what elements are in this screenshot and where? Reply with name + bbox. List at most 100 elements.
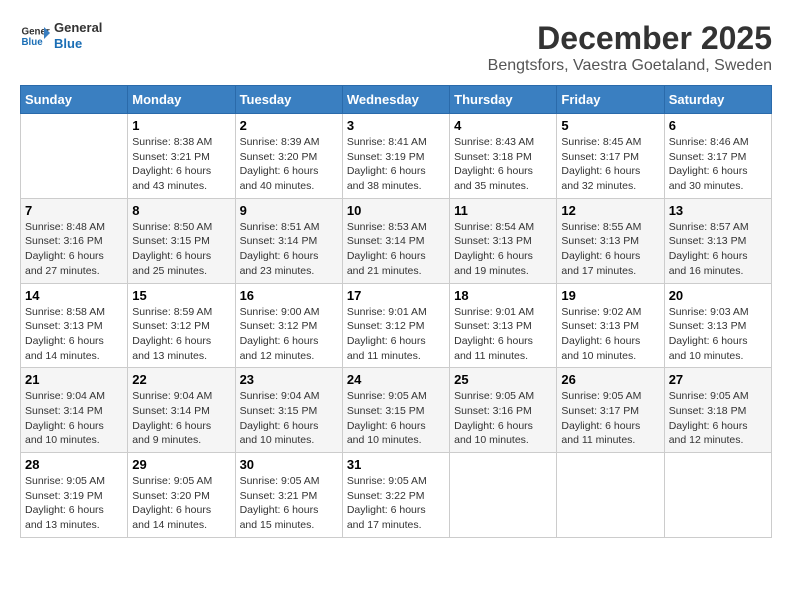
logo-line2: Blue bbox=[54, 36, 102, 52]
calendar-cell: 13 Sunrise: 8:57 AMSunset: 3:13 PMDayligh… bbox=[664, 198, 771, 283]
calendar-cell: 25Sunrise: 9:05 AMSunset: 3:16 PMDayligh… bbox=[450, 368, 557, 453]
day-number: 26 bbox=[561, 372, 659, 387]
day-info: Sunrise: 9:05 AMSunset: 3:19 PMDaylight:… bbox=[25, 474, 123, 533]
calendar-cell: 19Sunrise: 9:02 AMSunset: 3:13 PMDayligh… bbox=[557, 283, 664, 368]
day-header-sunday: Sunday bbox=[21, 86, 128, 114]
day-number: 29 bbox=[132, 457, 230, 472]
day-number: 21 bbox=[25, 372, 123, 387]
day-info: Sunrise: 9:05 AMSunset: 3:21 PMDaylight:… bbox=[240, 474, 338, 533]
day-number: 6 bbox=[669, 118, 767, 133]
day-info: Sunrise: 9:01 AMSunset: 3:12 PMDaylight:… bbox=[347, 305, 445, 364]
day-number: 30 bbox=[240, 457, 338, 472]
day-number: 25 bbox=[454, 372, 552, 387]
day-header-friday: Friday bbox=[557, 86, 664, 114]
calendar-cell bbox=[664, 453, 771, 538]
day-info: Sunrise: 8:51 AMSunset: 3:14 PMDaylight:… bbox=[240, 220, 338, 279]
day-number: 17 bbox=[347, 288, 445, 303]
title-area: December 2025 Bengtsfors, Vaestra Goetal… bbox=[488, 20, 772, 75]
calendar-cell bbox=[557, 453, 664, 538]
day-info: Sunrise: 9:01 AMSunset: 3:13 PMDaylight:… bbox=[454, 305, 552, 364]
day-number: 10 bbox=[347, 203, 445, 218]
day-number: 2 bbox=[240, 118, 338, 133]
day-info: Sunrise: 8:46 AMSunset: 3:17 PMDaylight:… bbox=[669, 135, 767, 194]
day-number: 15 bbox=[132, 288, 230, 303]
calendar-cell: 30 Sunrise: 9:05 AMSunset: 3:21 PMDayligh… bbox=[235, 453, 342, 538]
day-header-monday: Monday bbox=[128, 86, 235, 114]
header-row: SundayMondayTuesdayWednesdayThursdayFrid… bbox=[21, 86, 772, 114]
day-number: 7 bbox=[25, 203, 123, 218]
calendar-cell: 24Sunrise: 9:05 AMSunset: 3:15 PMDayligh… bbox=[342, 368, 449, 453]
day-number: 23 bbox=[240, 372, 338, 387]
week-row-5: 28 Sunrise: 9:05 AMSunset: 3:19 PMDayligh… bbox=[21, 453, 772, 538]
day-info: Sunrise: 8:39 AMSunset: 3:20 PMDaylight:… bbox=[240, 135, 338, 194]
day-number: 8 bbox=[132, 203, 230, 218]
day-info: Sunrise: 9:05 AMSunset: 3:15 PMDaylight:… bbox=[347, 389, 445, 448]
day-number: 14 bbox=[25, 288, 123, 303]
day-info: Sunrise: 8:41 AMSunset: 3:19 PMDaylight:… bbox=[347, 135, 445, 194]
day-number: 13 bbox=[669, 203, 767, 218]
day-number: 19 bbox=[561, 288, 659, 303]
day-number: 3 bbox=[347, 118, 445, 133]
calendar-cell: 4 Sunrise: 8:43 AMSunset: 3:18 PMDaylight… bbox=[450, 114, 557, 199]
day-info: Sunrise: 8:38 AMSunset: 3:21 PMDaylight:… bbox=[132, 135, 230, 194]
calendar-cell: 20 Sunrise: 9:03 AMSunset: 3:13 PMDayligh… bbox=[664, 283, 771, 368]
calendar-cell: 7 Sunrise: 8:48 AMSunset: 3:16 PMDaylight… bbox=[21, 198, 128, 283]
calendar-cell: 14 Sunrise: 8:58 AMSunset: 3:13 PMDayligh… bbox=[21, 283, 128, 368]
day-info: Sunrise: 8:45 AMSunset: 3:17 PMDaylight:… bbox=[561, 135, 659, 194]
calendar-cell: 6 Sunrise: 8:46 AMSunset: 3:17 PMDaylight… bbox=[664, 114, 771, 199]
calendar-table: SundayMondayTuesdayWednesdayThursdayFrid… bbox=[20, 85, 772, 538]
day-info: Sunrise: 9:04 AMSunset: 3:14 PMDaylight:… bbox=[25, 389, 123, 448]
day-header-tuesday: Tuesday bbox=[235, 86, 342, 114]
day-info: Sunrise: 9:04 AMSunset: 3:14 PMDaylight:… bbox=[132, 389, 230, 448]
calendar-cell: 22Sunrise: 9:04 AMSunset: 3:14 PMDayligh… bbox=[128, 368, 235, 453]
calendar-cell: 18 Sunrise: 9:01 AMSunset: 3:13 PMDayligh… bbox=[450, 283, 557, 368]
day-number: 28 bbox=[25, 457, 123, 472]
day-info: Sunrise: 8:58 AMSunset: 3:13 PMDaylight:… bbox=[25, 305, 123, 364]
month-title: December 2025 bbox=[488, 20, 772, 57]
day-number: 4 bbox=[454, 118, 552, 133]
day-number: 9 bbox=[240, 203, 338, 218]
day-header-thursday: Thursday bbox=[450, 86, 557, 114]
calendar-cell: 27Sunrise: 9:05 AMSunset: 3:18 PMDayligh… bbox=[664, 368, 771, 453]
day-info: Sunrise: 8:57 AMSunset: 3:13 PMDaylight:… bbox=[669, 220, 767, 279]
calendar-cell: 2 Sunrise: 8:39 AMSunset: 3:20 PMDaylight… bbox=[235, 114, 342, 199]
svg-text:Blue: Blue bbox=[22, 37, 44, 48]
calendar-cell: 23 Sunrise: 9:04 AMSunset: 3:15 PMDayligh… bbox=[235, 368, 342, 453]
day-header-saturday: Saturday bbox=[664, 86, 771, 114]
calendar-cell: 29Sunrise: 9:05 AMSunset: 3:20 PMDayligh… bbox=[128, 453, 235, 538]
day-number: 31 bbox=[347, 457, 445, 472]
day-info: Sunrise: 8:48 AMSunset: 3:16 PMDaylight:… bbox=[25, 220, 123, 279]
calendar-cell: 11Sunrise: 8:54 AMSunset: 3:13 PMDayligh… bbox=[450, 198, 557, 283]
calendar-cell: 5 Sunrise: 8:45 AMSunset: 3:17 PMDaylight… bbox=[557, 114, 664, 199]
day-number: 1 bbox=[132, 118, 230, 133]
day-number: 5 bbox=[561, 118, 659, 133]
day-info: Sunrise: 9:03 AMSunset: 3:13 PMDaylight:… bbox=[669, 305, 767, 364]
calendar-cell: 28 Sunrise: 9:05 AMSunset: 3:19 PMDayligh… bbox=[21, 453, 128, 538]
calendar-cell bbox=[21, 114, 128, 199]
day-number: 20 bbox=[669, 288, 767, 303]
day-info: Sunrise: 9:04 AMSunset: 3:15 PMDaylight:… bbox=[240, 389, 338, 448]
day-number: 27 bbox=[669, 372, 767, 387]
calendar-cell: 26 Sunrise: 9:05 AMSunset: 3:17 PMDayligh… bbox=[557, 368, 664, 453]
calendar-cell: 15 Sunrise: 8:59 AMSunset: 3:12 PMDayligh… bbox=[128, 283, 235, 368]
day-info: Sunrise: 9:00 AMSunset: 3:12 PMDaylight:… bbox=[240, 305, 338, 364]
calendar-cell: 31 Sunrise: 9:05 AMSunset: 3:22 PMDayligh… bbox=[342, 453, 449, 538]
calendar-cell: 9 Sunrise: 8:51 AMSunset: 3:14 PMDaylight… bbox=[235, 198, 342, 283]
calendar-cell: 3 Sunrise: 8:41 AMSunset: 3:19 PMDaylight… bbox=[342, 114, 449, 199]
week-row-1: 1 Sunrise: 8:38 AMSunset: 3:21 PMDaylight… bbox=[21, 114, 772, 199]
day-info: Sunrise: 8:43 AMSunset: 3:18 PMDaylight:… bbox=[454, 135, 552, 194]
day-info: Sunrise: 8:55 AMSunset: 3:13 PMDaylight:… bbox=[561, 220, 659, 279]
calendar-cell: 17 Sunrise: 9:01 AMSunset: 3:12 PMDayligh… bbox=[342, 283, 449, 368]
week-row-2: 7 Sunrise: 8:48 AMSunset: 3:16 PMDaylight… bbox=[21, 198, 772, 283]
day-number: 12 bbox=[561, 203, 659, 218]
calendar-cell: 10 Sunrise: 8:53 AMSunset: 3:14 PMDayligh… bbox=[342, 198, 449, 283]
day-info: Sunrise: 8:53 AMSunset: 3:14 PMDaylight:… bbox=[347, 220, 445, 279]
day-number: 18 bbox=[454, 288, 552, 303]
logo: General Blue General Blue bbox=[20, 20, 102, 51]
day-info: Sunrise: 9:05 AMSunset: 3:17 PMDaylight:… bbox=[561, 389, 659, 448]
calendar-cell: 16Sunrise: 9:00 AMSunset: 3:12 PMDayligh… bbox=[235, 283, 342, 368]
location-title: Bengtsfors, Vaestra Goetaland, Sweden bbox=[488, 57, 772, 75]
day-info: Sunrise: 9:05 AMSunset: 3:22 PMDaylight:… bbox=[347, 474, 445, 533]
day-info: Sunrise: 8:59 AMSunset: 3:12 PMDaylight:… bbox=[132, 305, 230, 364]
week-row-3: 14 Sunrise: 8:58 AMSunset: 3:13 PMDayligh… bbox=[21, 283, 772, 368]
